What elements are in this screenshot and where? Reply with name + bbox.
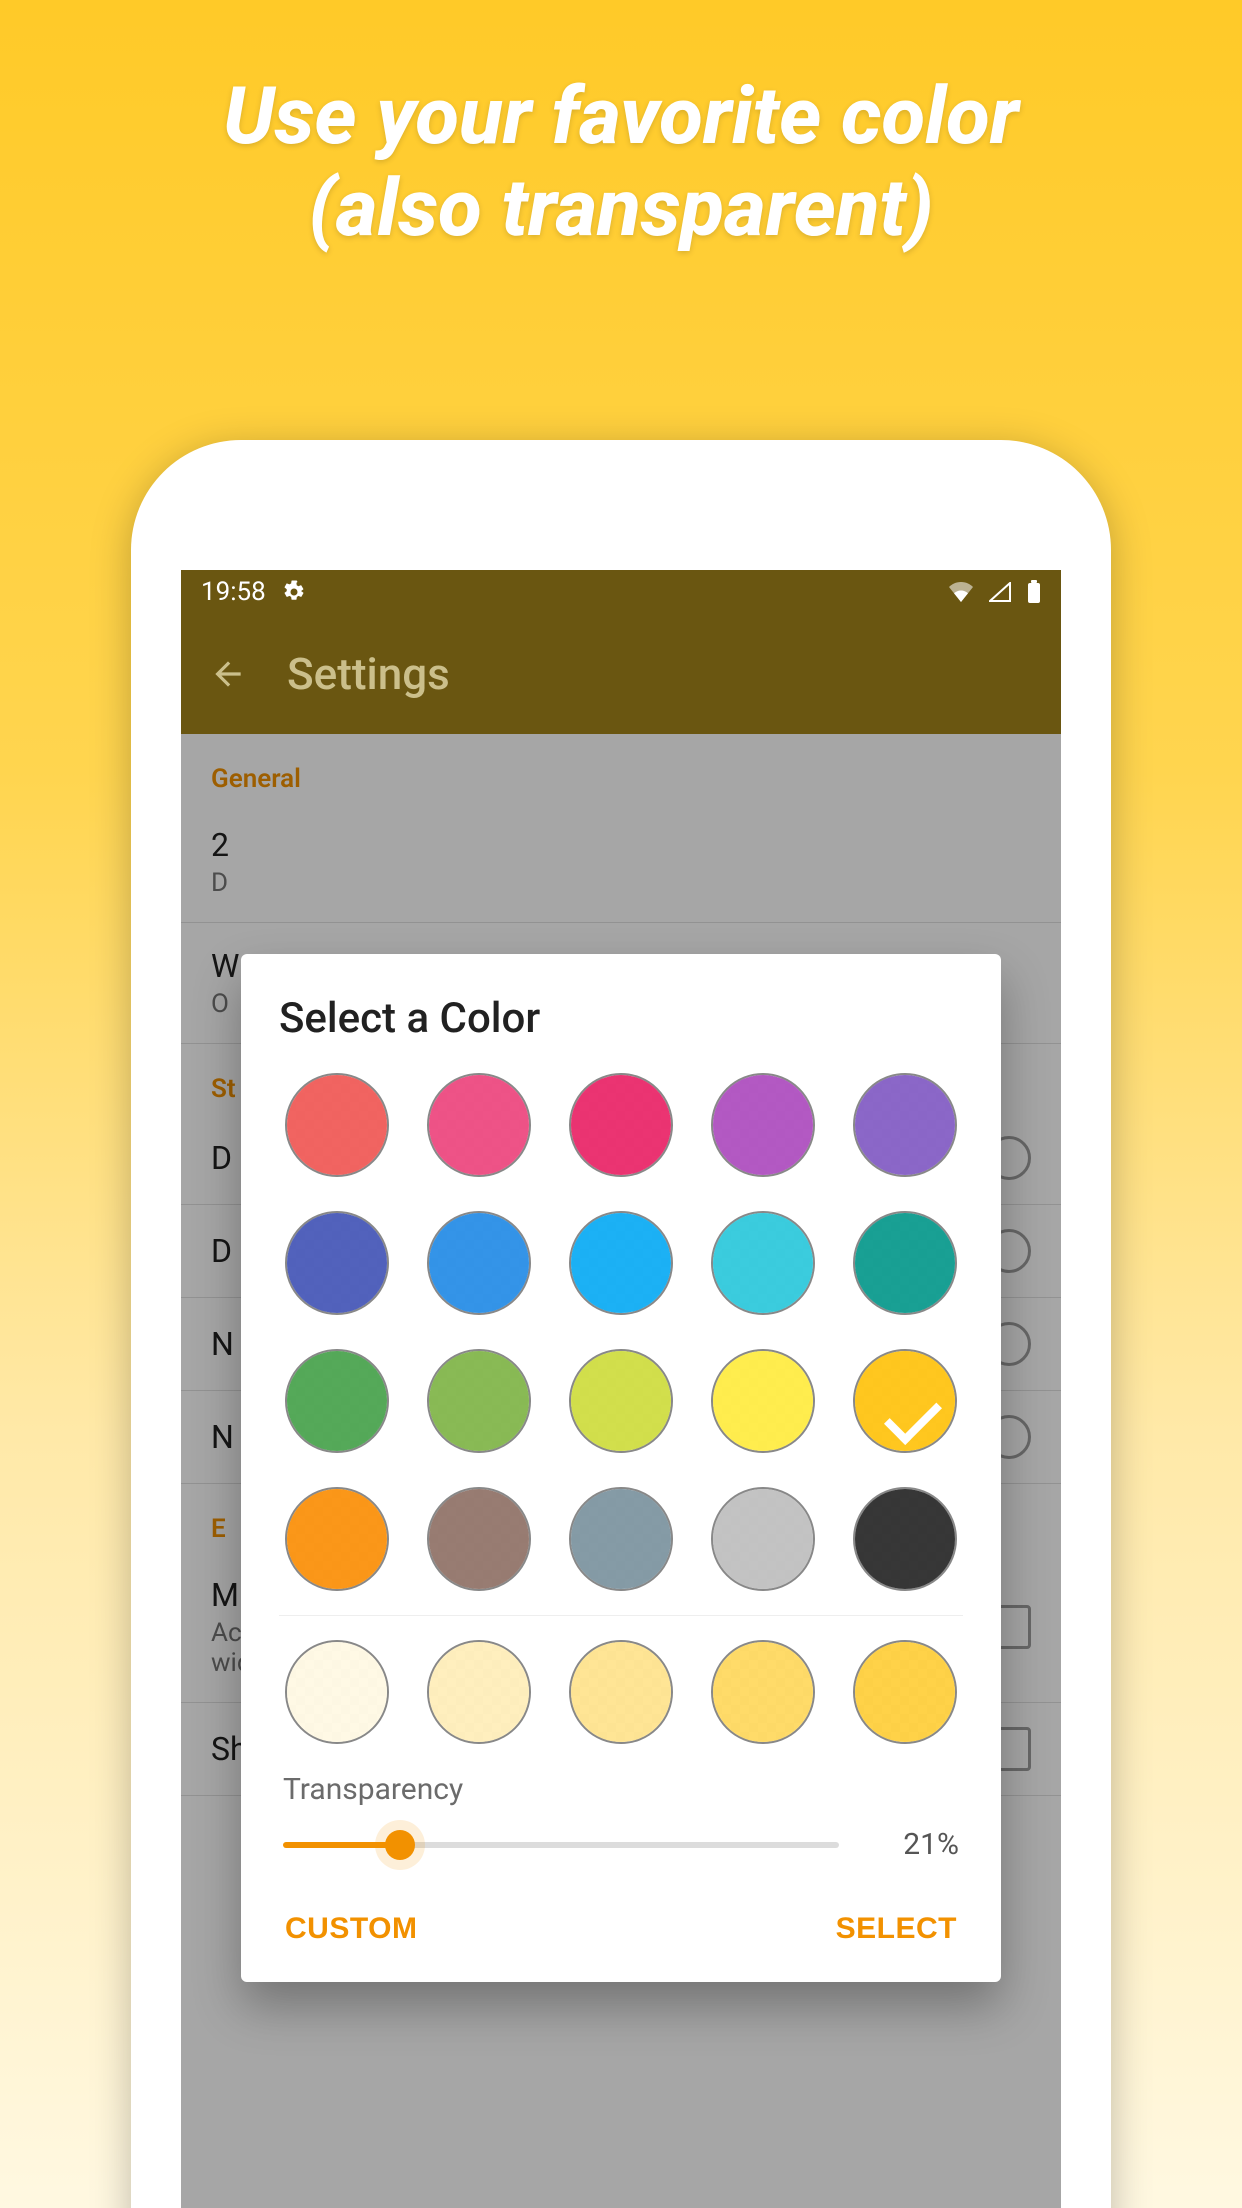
transparency-slider[interactable] [283, 1842, 839, 1848]
color-swatch[interactable] [853, 1073, 957, 1177]
color-swatch[interactable] [427, 1349, 531, 1453]
color-swatch-grid [279, 1069, 963, 1616]
color-swatch[interactable] [569, 1349, 673, 1453]
page-title: Settings [287, 648, 450, 700]
color-swatch[interactable] [569, 1073, 673, 1177]
color-swatch[interactable] [711, 1073, 815, 1177]
promo-title-line1: Use your favorite color [223, 69, 1018, 163]
color-swatch[interactable] [285, 1073, 389, 1177]
wifi-icon [949, 582, 973, 602]
transparency-block: Transparency 21% [279, 1754, 963, 1862]
color-swatch[interactable] [285, 1211, 389, 1315]
dialog-title: Select a Color [279, 994, 963, 1043]
color-shade-row [279, 1616, 963, 1754]
color-swatch[interactable] [711, 1211, 815, 1315]
color-swatch[interactable] [285, 1349, 389, 1453]
custom-button[interactable]: CUSTOM [279, 1902, 423, 1956]
back-icon[interactable] [209, 655, 247, 693]
status-bar: 19:58 [181, 570, 1061, 614]
statusbar-time: 19:58 [201, 577, 266, 607]
color-shade-swatch[interactable] [853, 1640, 957, 1744]
select-button[interactable]: SELECT [830, 1902, 963, 1956]
transparency-value: 21% [879, 1827, 959, 1862]
transparency-label: Transparency [283, 1772, 959, 1807]
color-swatch[interactable] [569, 1487, 673, 1591]
promo-title-line2: (also transparent) [309, 161, 934, 255]
phone-screen: 19:58 [181, 570, 1061, 2208]
phone-frame: 19:58 [131, 440, 1111, 2208]
signal-icon [989, 582, 1011, 602]
color-swatch[interactable] [285, 1487, 389, 1591]
color-swatch[interactable] [711, 1349, 815, 1453]
slider-thumb[interactable] [385, 1830, 415, 1860]
color-swatch[interactable] [853, 1349, 957, 1453]
color-shade-swatch[interactable] [569, 1640, 673, 1744]
color-swatch[interactable] [853, 1487, 957, 1591]
color-shade-swatch[interactable] [711, 1640, 815, 1744]
color-swatch[interactable] [853, 1211, 957, 1315]
promo-background: Use your favorite color (also transparen… [0, 0, 1242, 2208]
color-swatch[interactable] [569, 1211, 673, 1315]
color-picker-dialog: Select a Color Transparency 21% [241, 954, 1001, 1982]
battery-icon [1027, 580, 1041, 604]
promo-title: Use your favorite color (also transparen… [0, 70, 1242, 254]
app-bar: Settings [181, 614, 1061, 734]
color-swatch[interactable] [711, 1487, 815, 1591]
dialog-actions: CUSTOM SELECT [279, 1902, 963, 1956]
color-swatch[interactable] [427, 1073, 531, 1177]
color-shade-swatch[interactable] [285, 1640, 389, 1744]
color-swatch[interactable] [427, 1487, 531, 1591]
color-shade-swatch[interactable] [427, 1640, 531, 1744]
gear-icon [282, 580, 306, 604]
settings-body: General 2 D W O St D [181, 734, 1061, 2208]
color-swatch[interactable] [427, 1211, 531, 1315]
